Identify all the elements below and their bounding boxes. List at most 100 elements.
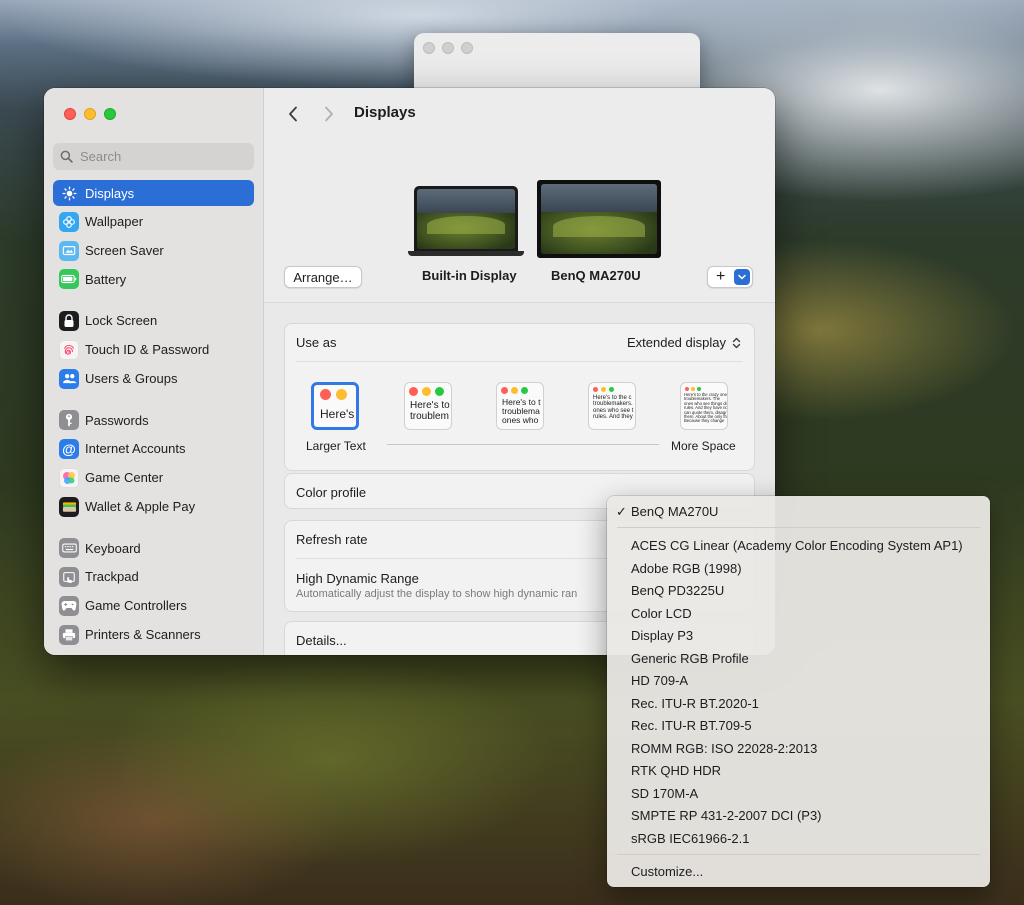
menu-item[interactable]: RTK QHD HDR [631,763,721,778]
menu-item[interactable]: BenQ PD3225U [631,583,724,598]
refresh-rate-label: Refresh rate [296,532,368,547]
sidebar-item-passwords[interactable]: Passwords [53,407,254,433]
scale-option-2[interactable]: Here's to troublem [404,382,452,430]
sidebar-item-trackpad[interactable]: Trackpad [53,564,254,590]
menu-item[interactable]: ACES CG Linear (Academy Color Encoding S… [631,538,963,553]
menu-item[interactable]: sRGB IEC61966-2.1 [631,831,750,846]
close-button[interactable] [64,108,76,120]
monitor-screen [541,184,657,254]
menu-item-selected[interactable]: BenQ MA270U [631,504,718,519]
sidebar-item-screen-saver[interactable]: Screen Saver [53,238,254,264]
scale-option-more-space[interactable]: Here's to the crazy one troublemakers. T… [680,382,728,430]
users-icon [59,368,79,389]
menu-item[interactable]: ROMM RGB: ISO 22028-2:2013 [631,741,817,756]
menu-item[interactable]: Color LCD [631,606,692,621]
scale-track [387,444,659,445]
sidebar-item-label: Wallpaper [85,214,144,230]
menu-separator [617,527,980,528]
use-as-value: Extended display [626,335,726,350]
bg-close-dot[interactable] [423,42,435,54]
scale-option-larger-text[interactable]: Here's [311,382,359,430]
sidebar-item-wallpaper[interactable]: Wallpaper [53,209,254,235]
flower-icon [59,211,79,232]
menu-item[interactable]: Adobe RGB (1998) [631,561,742,576]
menu-item-customize[interactable]: Customize... [631,864,703,879]
bg-min-dot[interactable] [442,42,454,54]
wallet-icon [59,496,79,517]
builtin-display-label[interactable]: Built-in Display [422,268,517,283]
sidebar-item-game-center[interactable]: Game Center [53,465,254,491]
background-window-controls [423,42,473,54]
sidebar-item-printers-scanners[interactable]: Printers & Scanners [53,622,254,648]
sidebar-item-label: Printers & Scanners [85,627,201,643]
lock-icon [59,310,79,331]
game-center-icon [59,467,79,488]
at-icon: @ [59,438,79,459]
sidebar-separator [53,522,254,535]
color-profile-label: Color profile [296,485,367,500]
bg-max-dot[interactable] [461,42,473,54]
laptop-screen [417,189,515,249]
menu-item[interactable]: SMPTE RP 431-2-2007 DCI (P3) [631,808,822,823]
sidebar-item-internet-accounts[interactable]: @ Internet Accounts [53,436,254,462]
scale-sample-text: Here's to the crazy one troublemakers. T… [684,392,728,424]
trackpad-icon [59,566,79,587]
page-title: Displays [354,104,416,121]
search-field[interactable] [53,143,254,170]
zoom-button[interactable] [104,108,116,120]
sidebar-item-label: Screen Saver [85,243,164,259]
sidebar-item-displays[interactable]: Displays [53,180,254,206]
sidebar-item-keyboard[interactable]: Keyboard [53,535,254,561]
forward-button[interactable] [318,102,340,126]
fingerprint-icon [59,339,79,360]
sidebar-item-label: Battery [85,271,127,287]
toolbar: Displays [264,88,775,140]
printer-icon [59,624,79,645]
sidebar-item-label: Wallet & Apple Pay [85,499,196,515]
menu-item[interactable]: Display P3 [631,628,693,643]
sample-window-controls [320,389,347,400]
sidebar-item-touch-id[interactable]: Touch ID & Password [53,337,254,363]
sidebar-separator [53,295,254,308]
chevron-down-icon[interactable] [734,269,750,285]
sidebar-item-label: Displays [85,185,135,201]
sidebar-item-label: Game Center [85,470,164,486]
use-as-card: Use as Extended display Here's Here's to… [284,323,755,471]
sidebar-item-label: Game Controllers [85,598,187,614]
chevron-left-icon [289,106,297,122]
sidebar-list: Displays Wallpaper Screen Saver Battery [53,180,254,650]
scale-sample-text: Here's to troublem [410,400,450,422]
sidebar-item-wallet[interactable]: Wallet & Apple Pay [53,494,254,520]
minimize-button[interactable] [84,108,96,120]
sidebar-item-users-groups[interactable]: Users & Groups [53,366,254,392]
sidebar-item-label: Internet Accounts [85,441,186,457]
search-input[interactable] [80,149,240,164]
color-profile-menu: ✓ BenQ MA270U ACES CG Linear (Academy Co… [607,496,990,887]
details-label: Details... [296,633,347,648]
sidebar-item-battery[interactable]: Battery [53,266,254,292]
plus-icon: + [716,268,726,285]
scale-option-3[interactable]: Here's to t troublema ones who [496,382,544,430]
add-display-button[interactable]: + [707,266,753,288]
key-icon [59,410,79,431]
menu-item[interactable]: Generic RGB Profile [631,651,749,666]
external-display-label[interactable]: BenQ MA270U [551,268,641,283]
menu-item[interactable]: SD 170M-A [631,786,698,801]
scale-option-4[interactable]: Here's to the c troublemakers. ones who … [588,382,636,430]
use-as-popup[interactable]: Extended display [627,335,742,350]
arrange-button[interactable]: Arrange… [284,266,362,288]
menu-item[interactable]: Rec. ITU-R BT.2020-1 [631,696,759,711]
battery-icon [59,269,79,290]
use-as-label: Use as [296,335,337,350]
window-controls [64,108,116,120]
row-divider [296,361,743,362]
sidebar-item-game-controllers[interactable]: Game Controllers [53,593,254,619]
builtin-display-thumbnail[interactable] [408,186,524,258]
back-button[interactable] [282,102,304,126]
menu-item[interactable]: Rec. ITU-R BT.709-5 [631,718,752,733]
sidebar: Displays Wallpaper Screen Saver Battery [44,88,264,655]
sidebar-item-lock-screen[interactable]: Lock Screen [53,308,254,334]
external-display-thumbnail[interactable] [537,180,661,258]
menu-item[interactable]: HD 709-A [631,673,688,688]
sidebar-item-label: Touch ID & Password [85,342,210,358]
